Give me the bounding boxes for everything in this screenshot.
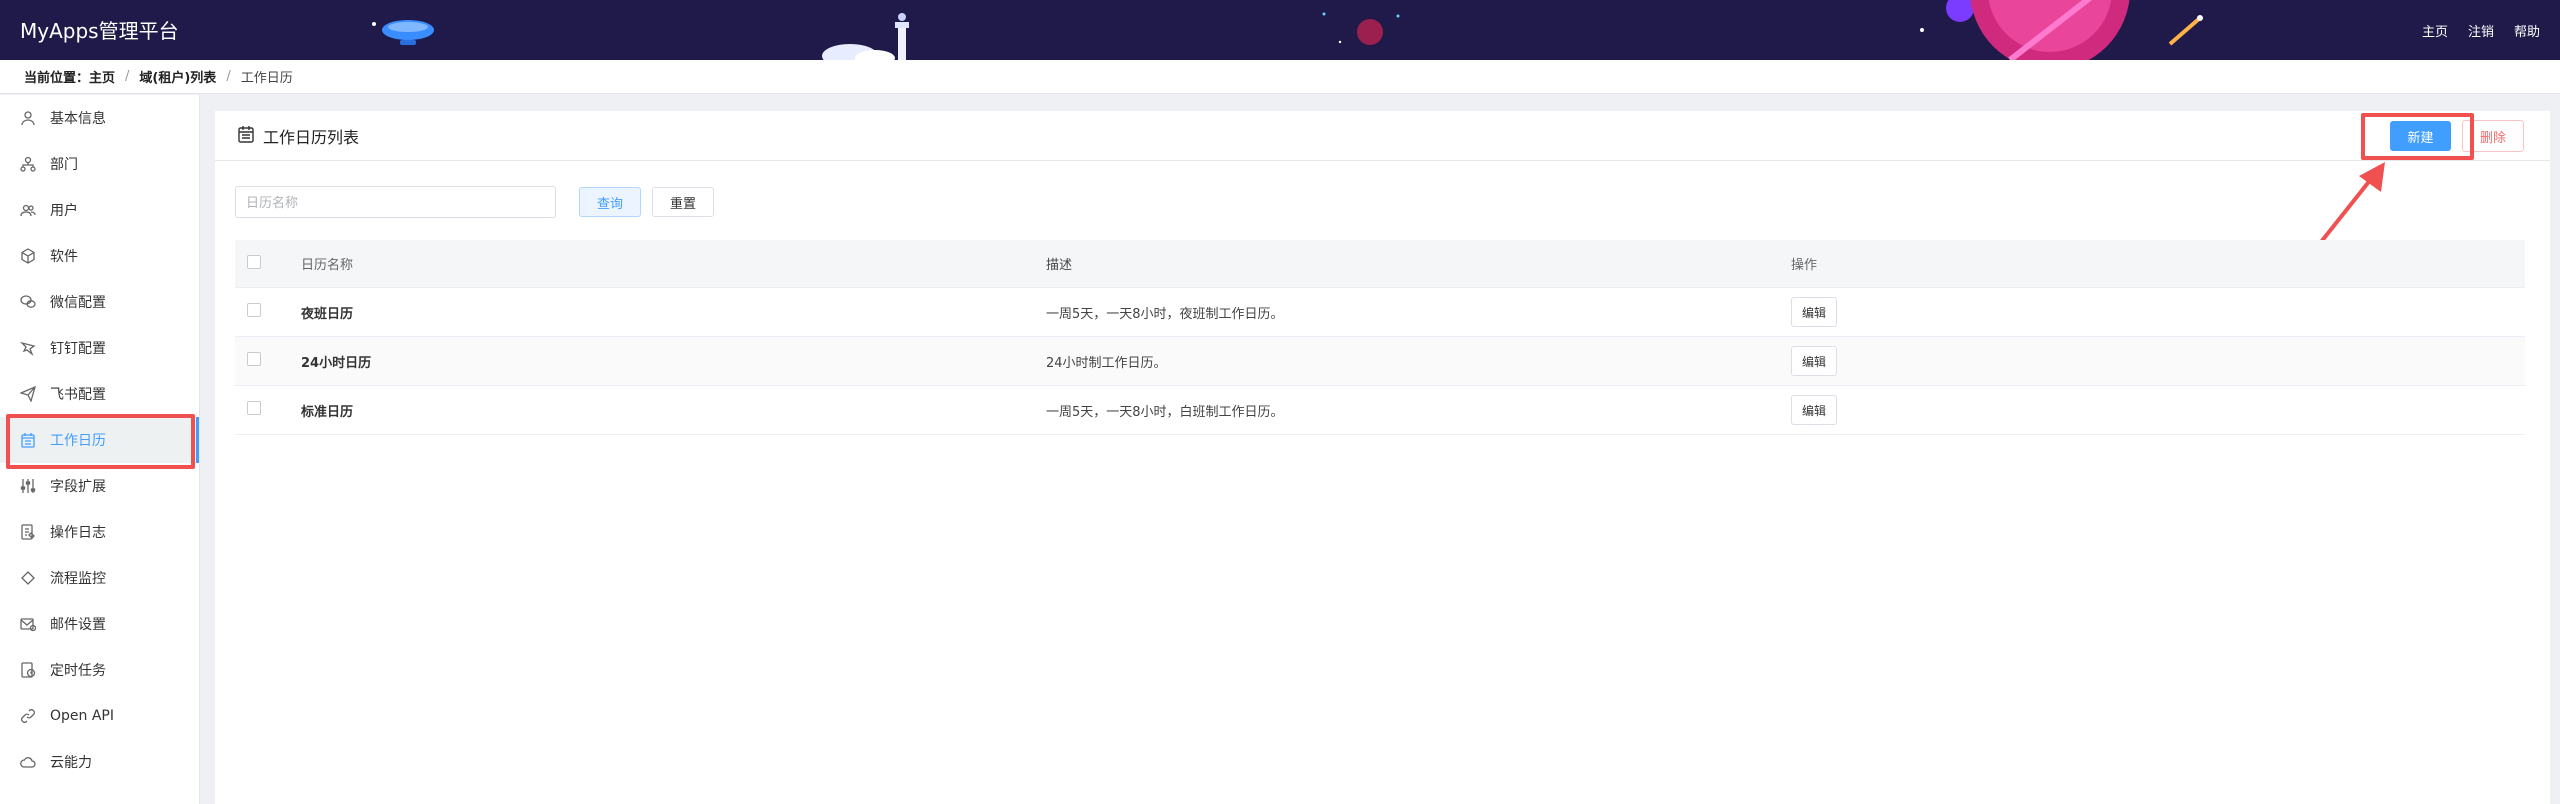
tower-illustration: [822, 13, 909, 60]
sidebar-item-label: 工作日历: [50, 433, 106, 449]
nav-logout-link[interactable]: 注销: [2468, 21, 2494, 40]
breadcrumb-separator: /: [125, 69, 130, 84]
sidebar-item-wechat[interactable]: 微信配置: [0, 279, 199, 325]
calendar-description-cell: 一周5天，一天8小时，白班制工作日历。: [1046, 404, 1284, 420]
airship-illustration: [372, 20, 434, 45]
user-outline-icon: [20, 110, 36, 126]
mail-icon: [20, 616, 36, 632]
sidebar-item-label: 微信配置: [50, 295, 106, 311]
sidebar-item-department[interactable]: 部门: [0, 141, 199, 187]
app-title: MyApps管理平台: [20, 19, 179, 43]
timer-icon: [20, 662, 36, 678]
sidebar: 基本信息 部门 用户 软件 微信配置 钉钉配置 飞书配置 工作日历 字段扩展 操…: [0, 95, 200, 804]
sidebar-item-label: 邮件设置: [50, 617, 106, 633]
row-checkbox[interactable]: [247, 352, 261, 366]
edit-button[interactable]: 编辑: [1791, 297, 1837, 327]
annotation-arrow: [2319, 162, 2385, 244]
calendar-list-icon: [237, 125, 255, 147]
sidebar-item-software[interactable]: 软件: [0, 233, 199, 279]
sidebar-item-label: 部门: [50, 157, 78, 173]
new-button[interactable]: 新建: [2390, 121, 2451, 151]
column-header-actions: 操作: [1791, 258, 1818, 273]
table-row[interactable]: 24小时日历 24小时制工作日历。 编辑: [235, 337, 2525, 386]
column-header-name: 日历名称: [301, 258, 354, 273]
diamond-icon: [20, 570, 36, 586]
breadcrumb-separator: /: [226, 69, 231, 84]
calendar-icon: [20, 432, 36, 448]
sidebar-item-label: 软件: [50, 249, 78, 265]
sidebar-item-label: 流程监控: [50, 571, 106, 587]
panel-header: 工作日历列表: [215, 111, 2550, 161]
sidebar-item-label: 飞书配置: [50, 387, 106, 403]
sliders-icon: [20, 478, 36, 494]
link-icon: [20, 708, 36, 724]
nav-home-link[interactable]: 主页: [2422, 21, 2448, 40]
sidebar-item-label: 用户: [50, 203, 78, 219]
sidebar-item-work-calendar[interactable]: 工作日历: [0, 417, 199, 463]
breadcrumb: 当前位置： 主页 / 域(租户)列表 / 工作日历: [0, 60, 2560, 94]
delete-button[interactable]: 删除: [2462, 120, 2524, 152]
breadcrumb-current: 工作日历: [240, 71, 293, 86]
table-header-row: 日历名称 描述 操作: [235, 240, 2525, 288]
nav-help-link[interactable]: 帮助: [2514, 21, 2540, 40]
calendar-description-cell: 24小时制工作日历。: [1046, 355, 1167, 371]
row-checkbox[interactable]: [247, 401, 261, 415]
sidebar-item-label: 操作日志: [50, 525, 106, 541]
cube-icon: [20, 248, 36, 264]
breadcrumb-home[interactable]: 主页: [89, 67, 115, 86]
edit-button[interactable]: 编辑: [1791, 346, 1837, 376]
breadcrumb-prefix: 当前位置：: [24, 71, 90, 86]
sidebar-item-label: 定时任务: [50, 663, 106, 679]
sidebar-item-users[interactable]: 用户: [0, 187, 199, 233]
calendar-name-cell: 标准日历: [301, 404, 354, 420]
row-checkbox[interactable]: [247, 303, 261, 317]
sidebar-item-process-monitor[interactable]: 流程监控: [0, 555, 199, 601]
sidebar-item-field-extension[interactable]: 字段扩展: [0, 463, 199, 509]
planet-small-illustration: [1322, 12, 1400, 45]
sidebar-item-label: Open API: [50, 708, 114, 724]
wechat-icon: [20, 294, 36, 310]
sidebar-item-cloud[interactable]: 云能力: [0, 739, 199, 785]
org-tree-icon: [20, 156, 36, 172]
paper-plane-icon: [20, 386, 36, 402]
sidebar-item-label: 钉钉配置: [50, 341, 106, 357]
cloud-icon: [20, 754, 36, 770]
sidebar-item-open-api[interactable]: Open API: [0, 693, 199, 739]
sidebar-item-dingtalk[interactable]: 钉钉配置: [0, 325, 199, 371]
sidebar-item-label: 字段扩展: [50, 479, 106, 495]
users-icon: [20, 202, 36, 218]
calendar-description-cell: 一周5天，一天8小时，夜班制工作日历。: [1046, 306, 1284, 322]
table-row[interactable]: 标准日历 一周5天，一天8小时，白班制工作日历。 编辑: [235, 386, 2525, 435]
sidebar-item-operation-log[interactable]: 操作日志: [0, 509, 199, 555]
planet-large-illustration: [1920, 0, 2203, 60]
sidebar-item-mail-settings[interactable]: 邮件设置: [0, 601, 199, 647]
top-header: MyApps管理平台 主页 注销 帮助: [0, 0, 2560, 60]
calendar-name-cell: 24小时日历: [301, 355, 372, 371]
top-nav: 主页 注销 帮助: [2422, 21, 2540, 40]
main-panel: 工作日历列表: [215, 111, 2550, 804]
sidebar-item-label: 基本信息: [50, 111, 106, 127]
sidebar-item-label: 云能力: [50, 755, 92, 771]
breadcrumb-tenant-list[interactable]: 域(租户)列表: [139, 67, 216, 86]
sidebar-item-scheduled-tasks[interactable]: 定时任务: [0, 647, 199, 693]
log-icon: [20, 524, 36, 540]
query-button[interactable]: 查询: [579, 187, 641, 217]
reset-button[interactable]: 重置: [652, 187, 714, 217]
calendar-name-search-input[interactable]: [235, 186, 556, 218]
sidebar-item-feishu[interactable]: 飞书配置: [0, 371, 199, 417]
dingtalk-icon: [20, 340, 36, 356]
select-all-checkbox[interactable]: [247, 254, 261, 269]
sidebar-item-basic-info[interactable]: 基本信息: [0, 95, 199, 141]
page-title: 工作日历列表: [263, 127, 360, 147]
table-row[interactable]: 夜班日历 一周5天，一天8小时，夜班制工作日历。 编辑: [235, 288, 2525, 337]
column-header-description: 描述: [1046, 258, 1073, 273]
edit-button[interactable]: 编辑: [1791, 395, 1837, 425]
calendar-name-cell: 夜班日历: [301, 306, 354, 322]
calendar-table: 日历名称 描述 操作 夜班日历 一周5天，一天8小时，夜班制工作日历。 编辑 2…: [235, 240, 2525, 435]
